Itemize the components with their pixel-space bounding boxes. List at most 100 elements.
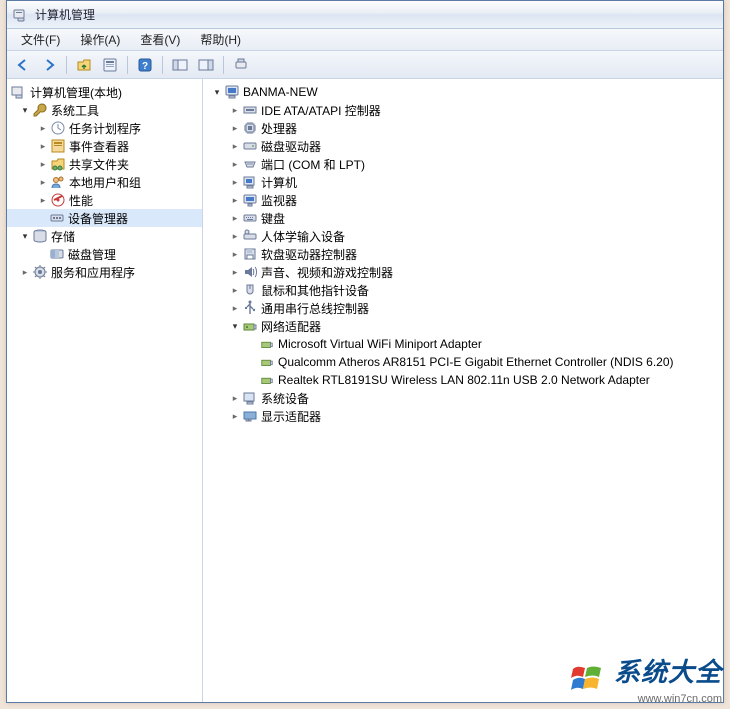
expand-icon[interactable]: ▾ [19,230,31,242]
tree-label: 计算机管理(本地) [30,84,122,101]
device-cpu[interactable]: ▸ 处理器 [203,119,723,137]
toolbar-separator [162,56,163,74]
device-keyboard[interactable]: ▸ 键盘 [203,209,723,227]
collapse-icon[interactable]: ▸ [229,176,241,188]
tree-device-manager[interactable]: 设备管理器 [7,209,202,227]
device-ports[interactable]: ▸ 端口 (COM 和 LPT) [203,155,723,173]
split-pane: 计算机管理(本地) ▾ 系统工具 [7,79,723,702]
collapse-icon[interactable]: ▸ [229,104,241,116]
tree-label: 服务和应用程序 [51,264,135,281]
disk-drive-icon [242,138,258,154]
tree-task-scheduler[interactable]: ▸ 任务计划程序 [7,119,202,137]
up-button[interactable] [72,54,96,76]
device-system-devices[interactable]: ▸ 系统设备 [203,389,723,407]
collapse-icon[interactable]: ▸ [229,248,241,260]
tree-label: Realtek RTL8191SU Wireless LAN 802.11n U… [278,373,650,387]
device-root[interactable]: ▾ BANMA-NEW [203,83,723,101]
left-tree-pane[interactable]: 计算机管理(本地) ▾ 系统工具 [7,79,203,702]
titlebar[interactable]: 计算机管理 [7,1,723,29]
collapse-icon[interactable]: ▸ [37,140,49,152]
right-tree-pane[interactable]: ▾ BANMA-NEW ▸ IDE ATA/ATAPI 控制器 ▸ [203,79,723,702]
collapse-icon[interactable]: ▸ [229,392,241,404]
tree-label: 磁盘驱动器 [261,138,321,155]
computer-management-icon [11,84,27,100]
tree-system-tools[interactable]: ▾ 系统工具 [7,101,202,119]
display-adapter-icon [242,408,258,424]
device-net-adapter-1[interactable]: Microsoft Virtual WiFi Miniport Adapter [203,335,723,353]
port-icon [242,156,258,172]
tree-storage[interactable]: ▾ 存储 [7,227,202,245]
tree-label: 性能 [69,192,93,209]
menubar: 文件(F) 操作(A) 查看(V) 帮助(H) [7,29,723,51]
tree-performance[interactable]: ▸ 性能 [7,191,202,209]
event-icon [50,138,66,154]
tree-label: 声音、视频和游戏控制器 [261,264,393,281]
tree-label: 事件查看器 [69,138,129,155]
ide-icon [242,102,258,118]
forward-button[interactable] [37,54,61,76]
back-button[interactable] [11,54,35,76]
adapter-icon [259,336,275,352]
collapse-icon[interactable]: ▸ [229,158,241,170]
device-net-adapter-2[interactable]: Qualcomm Atheros AR8151 PCI-E Gigabit Et… [203,353,723,371]
collapse-icon[interactable]: ▸ [229,122,241,134]
tree-disk-management[interactable]: 磁盘管理 [7,245,202,263]
tree-local-users[interactable]: ▸ 本地用户和组 [7,173,202,191]
collapse-icon[interactable]: ▸ [229,140,241,152]
collapse-icon[interactable]: ▸ [229,302,241,314]
device-manager-icon [49,210,65,226]
tree-services-apps[interactable]: ▸ 服务和应用程序 [7,263,202,281]
extra-button[interactable] [229,54,253,76]
show-tree-button[interactable] [168,54,192,76]
tree-label: 处理器 [261,120,297,137]
expand-icon[interactable]: ▾ [211,86,223,98]
collapse-icon[interactable]: ▸ [229,284,241,296]
help-button[interactable]: ? [133,54,157,76]
collapse-icon[interactable]: ▸ [229,266,241,278]
show-action-button[interactable] [194,54,218,76]
device-display-adapters[interactable]: ▸ 显示适配器 [203,407,723,425]
device-usb[interactable]: ▸ 通用串行总线控制器 [203,299,723,317]
collapse-icon[interactable]: ▸ [37,122,49,134]
collapse-icon[interactable]: ▸ [229,230,241,242]
expand-icon[interactable]: ▾ [19,104,31,116]
usb-icon [242,300,258,316]
device-hid[interactable]: ▸ 人体学输入设备 [203,227,723,245]
tree-label: Qualcomm Atheros AR8151 PCI-E Gigabit Et… [278,355,674,369]
tree-event-viewer[interactable]: ▸ 事件查看器 [7,137,202,155]
tree-shared-folders[interactable]: ▸ 共享文件夹 [7,155,202,173]
device-net-adapter-3[interactable]: Realtek RTL8191SU Wireless LAN 802.11n U… [203,371,723,389]
device-computer[interactable]: ▸ 计算机 [203,173,723,191]
device-disk-drives[interactable]: ▸ 磁盘驱动器 [203,137,723,155]
device-mouse[interactable]: ▸ 鼠标和其他指针设备 [203,281,723,299]
menu-file[interactable]: 文件(F) [11,29,70,50]
adapter-icon [259,372,275,388]
collapse-icon[interactable]: ▸ [37,158,49,170]
window-title: 计算机管理 [35,6,95,23]
tree-label: 显示适配器 [261,408,321,425]
menu-action[interactable]: 操作(A) [70,29,130,50]
collapse-icon[interactable]: ▸ [229,410,241,422]
collapse-icon[interactable]: ▸ [37,176,49,188]
device-floppy[interactable]: ▸ 软盘驱动器控制器 [203,245,723,263]
device-monitor[interactable]: ▸ 监视器 [203,191,723,209]
expand-icon[interactable]: ▾ [229,320,241,332]
tree-label: 任务计划程序 [69,120,141,137]
tree-label: 存储 [51,228,75,245]
collapse-icon[interactable]: ▸ [37,194,49,206]
device-network-adapters[interactable]: ▾ 网络适配器 [203,317,723,335]
toolbar-separator [223,56,224,74]
collapse-icon[interactable]: ▸ [19,266,31,278]
collapse-icon[interactable]: ▸ [229,212,241,224]
services-icon [32,264,48,280]
tree-label: 系统设备 [261,390,309,407]
tree-root-computer-management[interactable]: 计算机管理(本地) [7,83,202,101]
collapse-icon[interactable]: ▸ [229,194,241,206]
menu-help[interactable]: 帮助(H) [190,29,251,50]
device-sound[interactable]: ▸ 声音、视频和游戏控制器 [203,263,723,281]
svg-text:?: ? [142,61,148,72]
menu-view[interactable]: 查看(V) [130,29,190,50]
tree-label: Microsoft Virtual WiFi Miniport Adapter [278,337,482,351]
properties-button[interactable] [98,54,122,76]
device-ide[interactable]: ▸ IDE ATA/ATAPI 控制器 [203,101,723,119]
